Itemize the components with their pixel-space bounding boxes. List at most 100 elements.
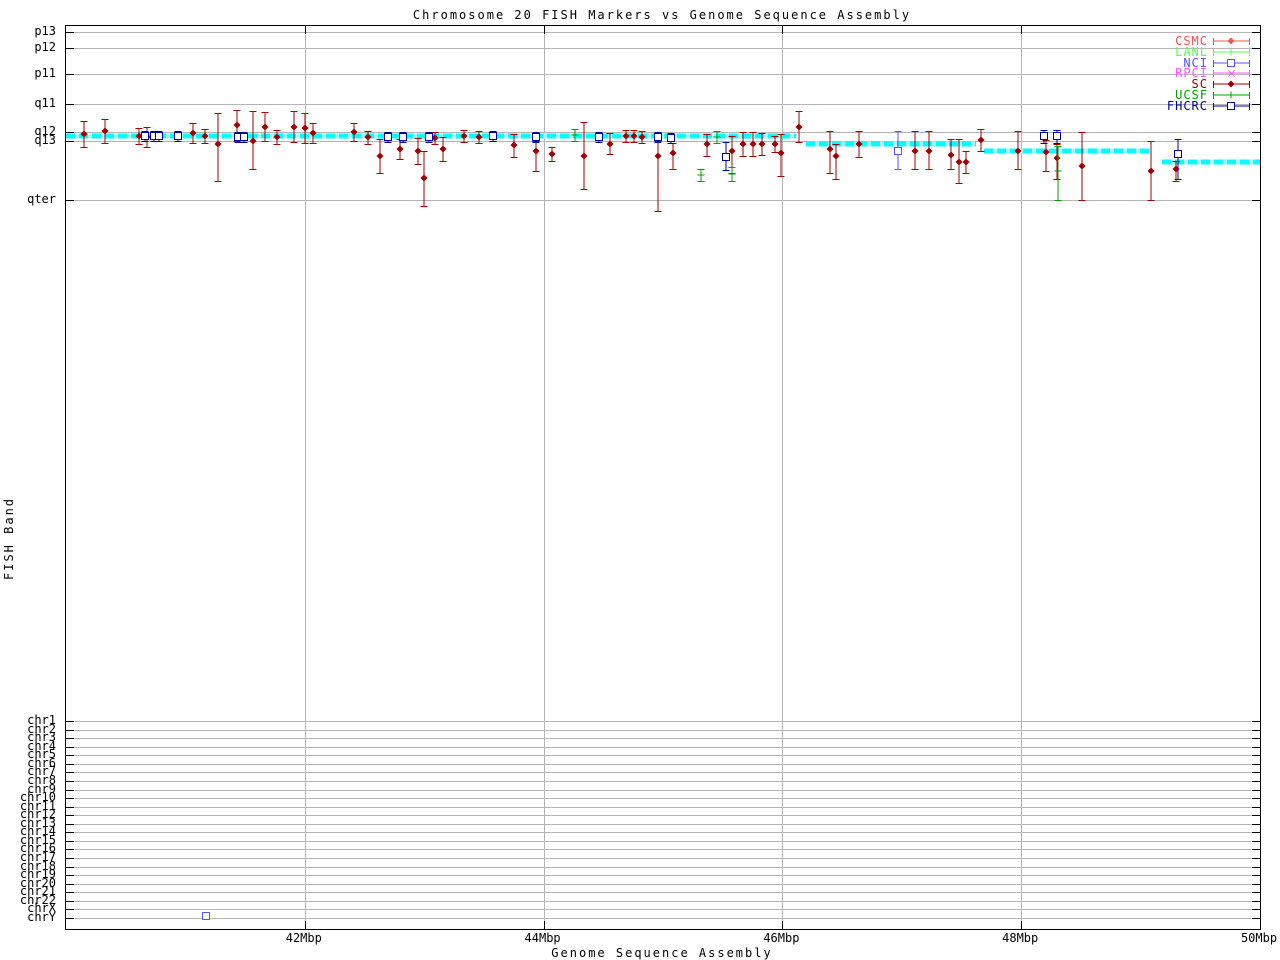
sc-error-cap: [1078, 132, 1086, 133]
y-tick-right: [1252, 917, 1260, 919]
grid-line-chr18: [66, 866, 1260, 868]
y-tick-left: [66, 806, 74, 808]
fhcrc-data-point: [654, 133, 663, 141]
sc-error-cap: [758, 133, 766, 134]
y-tick-left: [66, 789, 74, 791]
y-tick-right: [1252, 763, 1260, 765]
y-tick-right: [1252, 849, 1260, 851]
y-tick-left: [66, 48, 74, 49]
sc-error-cap: [777, 176, 785, 177]
ucsf-error-cap: [697, 181, 705, 182]
legend-sample-cap: [1249, 92, 1250, 99]
sc-error-cap: [669, 169, 677, 170]
sc-error-cap: [925, 131, 933, 132]
y-axis-label: FISH Band: [2, 496, 16, 580]
sc-error-cap: [189, 143, 197, 144]
sc-error-cap: [249, 111, 257, 112]
sc-error-cap: [654, 211, 662, 212]
y-tick-left: [66, 892, 74, 894]
legend-sample-marker-lanl: [1230, 48, 1232, 56]
sc-error-cap: [350, 141, 358, 142]
fhcrc-error-cap: [1174, 139, 1182, 140]
sc-data-point: [439, 145, 447, 153]
ucsf-error-cap: [728, 167, 736, 168]
sc-error-cap: [301, 113, 309, 114]
x-tick-bottom: [304, 921, 306, 929]
x-axis-label: Genome Sequence Assembly: [551, 946, 773, 960]
sc-error-cap: [460, 142, 468, 143]
y-tick-left: [66, 755, 74, 757]
sc-error-cap: [475, 143, 483, 144]
legend-sample-marker-nci: [1227, 58, 1235, 67]
legend-sample-cap: [1249, 38, 1250, 45]
ucsf-data-point: [716, 133, 718, 141]
sc-error-cap: [1014, 131, 1022, 132]
grid-line-p13: [66, 32, 1260, 33]
grid-line-chr5: [66, 755, 1260, 757]
grid-line-p12: [66, 48, 1260, 49]
grid-line-42Mbp: [304, 26, 306, 929]
fhcrc-data-point: [667, 134, 676, 142]
sc-error-cap: [1053, 144, 1061, 145]
sc-error-cap: [749, 156, 757, 157]
y-tick-label-p12: p12: [34, 40, 56, 54]
chart-title: Chromosome 20 FISH Markers vs Genome Seq…: [412, 8, 912, 22]
sc-error-cap: [855, 131, 863, 132]
sc-error-cap: [703, 134, 711, 135]
fhcrc-data-point: [155, 132, 164, 140]
sc-error-cap: [911, 131, 919, 132]
sc-error-cap: [101, 143, 109, 144]
y-tick-right: [1252, 832, 1260, 834]
sc-error-cap: [1014, 169, 1022, 170]
y-tick-left: [66, 815, 74, 817]
sc-error-cap: [261, 141, 269, 142]
y-tick-left: [66, 746, 74, 748]
grid-line-chr1: [66, 721, 1260, 722]
sc-error-cap: [771, 136, 779, 137]
x-tick-label-44Mbp: 44Mbp: [524, 931, 561, 945]
sc-error-cap: [795, 142, 803, 143]
y-tick-left: [66, 32, 74, 33]
sc-error-cap: [728, 136, 736, 137]
fhcrc-data-point: [1053, 132, 1062, 140]
sc-data-point: [261, 123, 269, 131]
fhcrc-error-cap: [595, 142, 603, 143]
sc-data-point: [580, 152, 588, 160]
fhcrc-error-cap: [155, 141, 163, 142]
sc-data-point: [669, 149, 677, 157]
sc-error-cap: [143, 127, 151, 128]
y-tick-left: [66, 849, 74, 851]
y-tick-label-p13: p13: [34, 24, 56, 38]
sc-error-cap: [396, 159, 404, 160]
grid-line-chr15: [66, 840, 1260, 842]
fhcrc-error-cap: [399, 142, 407, 143]
y-tick-left: [66, 729, 74, 731]
sc-error-cap: [273, 144, 281, 145]
legend-sample-cap: [1213, 81, 1214, 89]
sc-error-cap: [832, 179, 840, 180]
sc-error-cap: [414, 164, 422, 165]
nci-error-cap: [894, 169, 902, 170]
y-tick-left: [66, 840, 74, 842]
grid-line-48Mbp: [1021, 26, 1023, 929]
grid-line-chr14: [66, 832, 1260, 834]
sc-error-cap: [855, 157, 863, 158]
sc-data-point: [777, 149, 785, 157]
fhcrc-error-cap: [1053, 130, 1061, 131]
y-tick-right: [1252, 721, 1260, 722]
grid-line-q11: [66, 104, 1260, 105]
y-tick-right: [1252, 900, 1260, 902]
x-tick-top: [304, 26, 306, 34]
x-tick-top: [1021, 26, 1023, 34]
grid-line-chr4: [66, 746, 1260, 748]
sc-error-bar: [535, 141, 537, 171]
x-tick-bottom: [782, 921, 784, 929]
sc-error-cap: [548, 161, 556, 162]
sc-data-point: [962, 158, 970, 166]
sc-error-cap: [80, 147, 88, 148]
y-tick-right: [1252, 141, 1260, 142]
sc-error-cap: [201, 129, 208, 130]
fhcrc-error-cap: [654, 142, 662, 143]
grid-line-chr7: [66, 772, 1260, 774]
y-tick-right: [1252, 892, 1260, 894]
